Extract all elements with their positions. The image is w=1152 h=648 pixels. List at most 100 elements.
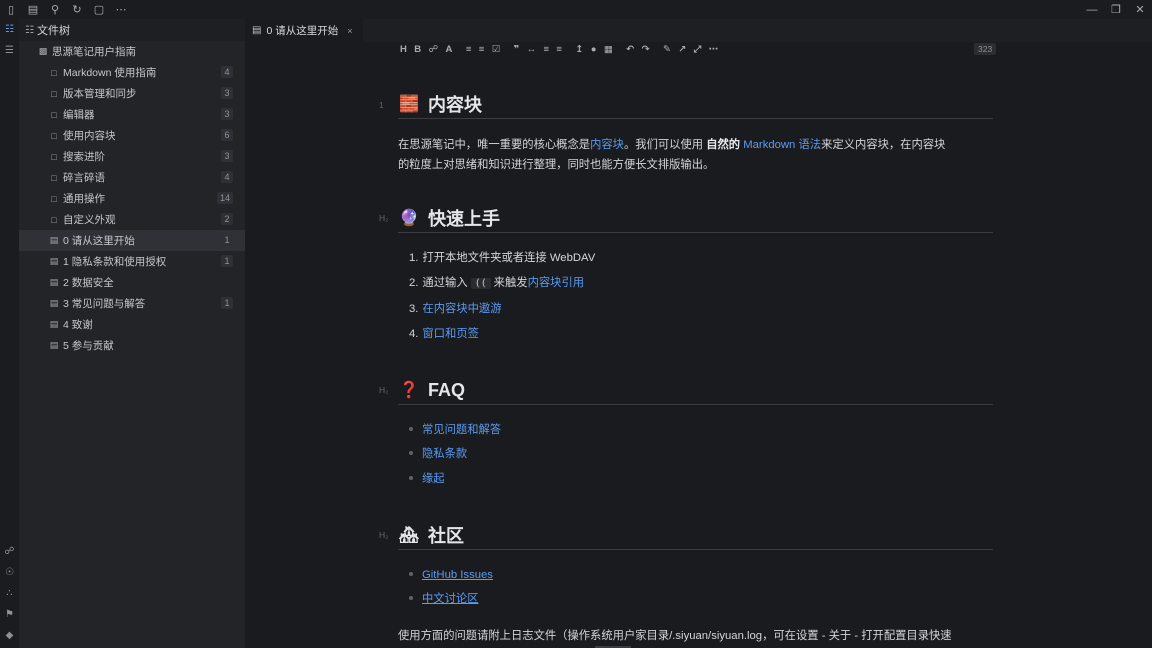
table-icon[interactable]: ▦ (604, 44, 613, 55)
brick-icon: 🧱 (399, 96, 419, 113)
tag-icon[interactable]: ◆ (0, 625, 19, 646)
tree-item[interactable]: □ 编辑器 3 (19, 104, 245, 125)
link-icon[interactable]: ☍ (429, 44, 439, 55)
font-color-icon[interactable]: A (446, 44, 453, 55)
link-block-ref[interactable]: 内容块引用 (528, 277, 585, 289)
align-icon[interactable]: ≡ (556, 44, 562, 55)
edit-icon[interactable]: ✎ (663, 44, 671, 55)
left-dock: ☷ ☰ ☍ ☉ ∴ ⚑ ◆ (0, 19, 19, 648)
tree-item[interactable]: □ 碎言碎语 4 (19, 167, 245, 188)
outline-icon[interactable]: ☰ (0, 40, 19, 61)
paragraph-log-hint[interactable]: 使用方面的问题请附上日志文件（操作系统用户家目录/.siyuan/siyuan.… (398, 626, 993, 646)
link-window-tabs[interactable]: 窗口和页签 (422, 328, 479, 340)
folder-icon: □ (51, 151, 57, 162)
bookmark-icon[interactable]: ⚑ (0, 604, 19, 625)
close-icon[interactable]: ✕ (1128, 0, 1152, 19)
notebook-item[interactable]: ▩ 思源笔记用户指南 (19, 41, 245, 62)
filetree-panel: ☷ 文件树 ▩ 思源笔记用户指南 □ Markdown 使用指南 4 □ 版本管理和同… (19, 19, 245, 648)
paragraph-intro[interactable]: 在思源笔记中，唯一重要的核心概念是内容块。我们可以使用 自然的 Markdown… (398, 135, 993, 175)
tab-doc[interactable]: ▤ 0 请从这里开始 × (245, 19, 363, 42)
export-icon[interactable]: ↗ (678, 44, 686, 55)
list-item[interactable]: 4. 窗口和页签 (409, 324, 479, 344)
notebook-icon[interactable]: ▯ (0, 0, 22, 19)
redo-icon[interactable]: ↷ (642, 44, 650, 55)
bold-icon[interactable]: B (414, 44, 421, 55)
heading-text: 快速上手 (428, 209, 500, 229)
calendar-icon[interactable]: ▤ (22, 0, 44, 19)
bullet (409, 572, 413, 577)
tree-item-label: 碎言碎语 (63, 172, 105, 184)
doc-icon: ▤ (252, 25, 262, 36)
tree-item[interactable]: □ 自定义外观 2 (19, 209, 245, 230)
heading-faq[interactable]: ❓ FAQ (398, 376, 993, 405)
h2-marker: H₂ (379, 385, 389, 395)
filetree-icon[interactable]: ☷ (0, 19, 19, 40)
tree-item[interactable]: ▤ 5 参与贡献 (19, 335, 245, 356)
editor[interactable]: H B ☍ A ≡ ≡ ☑ ❞ ↔ ≡ ≡ ↥ ● ▦ ↶ ↷ ✎ ↗ ⤢ ⋯ … (245, 42, 1152, 648)
link-github-issues[interactable]: GitHub Issues (422, 569, 493, 581)
heading-community[interactable]: 🏘 社区 (398, 521, 993, 550)
count-badge: 3 (221, 108, 233, 120)
list-item[interactable]: 常见问题和解答 (409, 420, 501, 440)
record-icon[interactable]: ● (591, 44, 597, 55)
tree-item[interactable]: □ 使用内容块 6 (19, 125, 245, 146)
tree-item[interactable]: □ Markdown 使用指南 4 (19, 62, 245, 83)
link-block-roam[interactable]: 在内容块中遨游 (422, 303, 501, 315)
link-privacy[interactable]: 隐私条款 (422, 448, 467, 460)
sync-icon[interactable]: ↻ (66, 0, 88, 19)
more-icon[interactable]: ⋯ (110, 0, 132, 19)
list-item[interactable]: 隐私条款 (409, 444, 467, 464)
count-badge: 1 (221, 297, 233, 309)
tree-item-label: 4 致谢 (63, 319, 93, 331)
maximize-icon[interactable]: ❐ (1104, 0, 1128, 19)
bullet-list-icon[interactable]: ≡ (466, 44, 472, 55)
tree-item[interactable]: ▤ 1 隐私条款和使用授权 1 (19, 251, 245, 272)
backlink-icon[interactable]: ☍ (0, 541, 19, 562)
checklist-icon[interactable]: ☑ (492, 44, 501, 55)
window-icon[interactable]: ▢ (88, 0, 110, 19)
more-icon[interactable]: ⋯ (709, 44, 719, 55)
link-origin[interactable]: 缘起 (422, 473, 445, 485)
text: 通过输入 (422, 277, 468, 289)
count-badge: 1 (221, 234, 233, 246)
tree-item[interactable]: □ 通用操作 14 (19, 188, 245, 209)
question-icon: ❓ (399, 382, 419, 399)
folder-icon: □ (51, 130, 57, 141)
tree-item-selected[interactable]: ▤ 0 请从这里开始 1 (19, 230, 245, 251)
tree-item[interactable]: ▤ 2 数据安全 (19, 272, 245, 293)
tree-item[interactable]: □ 版本管理和同步 3 (19, 83, 245, 104)
editor-toolbar: H B ☍ A ≡ ≡ ☑ ❞ ↔ ≡ ≡ ↥ ● ▦ ↶ ↷ ✎ ↗ ⤢ ⋯ (400, 42, 726, 56)
link-faq[interactable]: 常见问题和解答 (422, 424, 501, 436)
tree-item[interactable]: □ 搜索进阶 3 (19, 146, 245, 167)
tab-close-icon[interactable]: × (347, 26, 352, 36)
link-forum[interactable]: 中文讨论区 (422, 593, 479, 605)
link-content-block[interactable]: 内容块 (590, 139, 624, 151)
text: 来触发 (493, 277, 528, 289)
heading-icon[interactable]: H (400, 44, 407, 55)
list-item[interactable]: 1. 打开本地文件夹或者连接 WebDAV (409, 248, 595, 268)
tree-item-label: Markdown 使用指南 (63, 67, 157, 79)
list-item[interactable]: 2. 通过输入((来触发内容块引用 (409, 273, 584, 293)
search-icon[interactable]: ⚲ (44, 0, 66, 19)
link-markdown[interactable]: Markdown 语法 (740, 139, 821, 151)
heading-content-block[interactable]: 🧱 内容块 (398, 90, 993, 119)
upload-icon[interactable]: ↥ (575, 44, 583, 55)
list-item[interactable]: 3. 在内容块中遨游 (409, 299, 502, 319)
graph-icon[interactable]: ☉ (0, 562, 19, 583)
undo-icon[interactable]: ↶ (626, 44, 634, 55)
tree-item[interactable]: ▤ 4 致谢 (19, 314, 245, 335)
list-item[interactable]: 缘起 (409, 469, 445, 489)
code-icon[interactable]: ↔ (527, 44, 537, 55)
block-marker: 1 (379, 100, 384, 110)
fullscreen-icon[interactable]: ⤢ (694, 44, 702, 55)
inline-code-icon[interactable]: ≡ (543, 44, 549, 55)
tree-item[interactable]: ▤ 3 常见问题与解答 1 (19, 293, 245, 314)
global-graph-icon[interactable]: ∴ (0, 583, 19, 604)
quote-icon[interactable]: ❞ (514, 44, 520, 55)
list-item[interactable]: 中文讨论区 (409, 589, 479, 609)
minimize-icon[interactable]: — (1080, 0, 1104, 19)
folder-icon: □ (51, 214, 57, 225)
list-item[interactable]: GitHub Issues (409, 565, 493, 585)
ordered-list-icon[interactable]: ≡ (479, 44, 485, 55)
heading-quick-start[interactable]: 🔮 快速上手 (398, 204, 993, 233)
